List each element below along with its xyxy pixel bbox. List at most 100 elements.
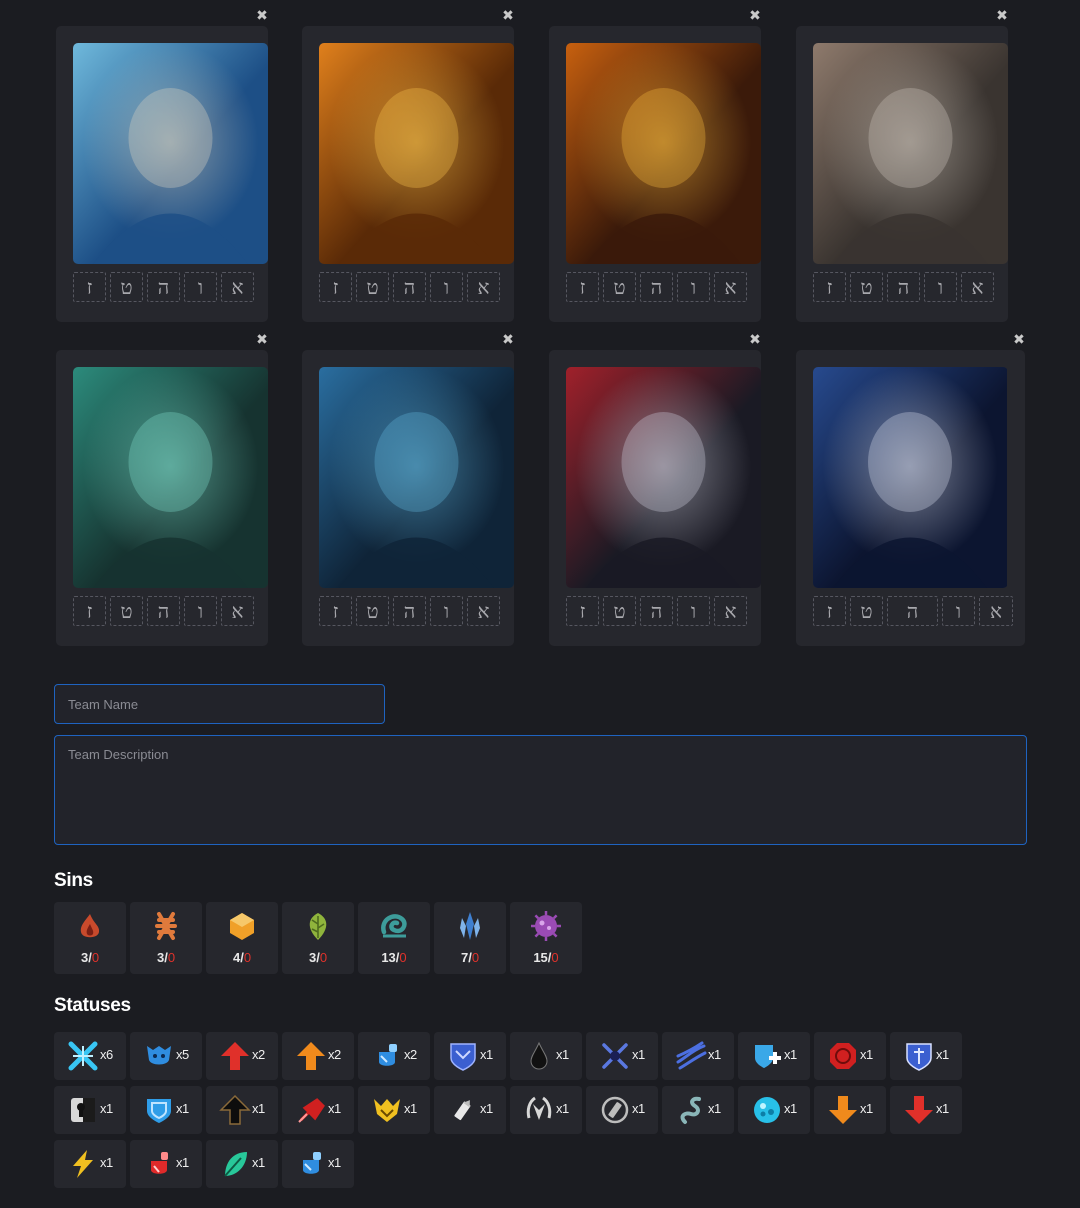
identity-card[interactable]: זטהוא	[549, 350, 761, 646]
identity-card[interactable]: זטהוא	[302, 26, 514, 322]
status-count: x2	[328, 1047, 341, 1062]
ego-slot[interactable]: ו	[924, 272, 957, 302]
smoke-icon	[675, 1094, 707, 1126]
identity-portrait[interactable]	[73, 367, 268, 588]
status-count: x1	[480, 1047, 493, 1062]
ego-slot[interactable]: ז	[566, 596, 599, 626]
status-count: x1	[100, 1155, 113, 1170]
remove-card-close-icon[interactable]: ✖	[501, 333, 515, 347]
identity-portrait[interactable]	[813, 367, 1008, 588]
ego-slot[interactable]: א	[714, 272, 747, 302]
ego-slot[interactable]: ט	[110, 596, 143, 626]
ego-slot[interactable]: ט	[603, 596, 636, 626]
rupture-icon	[67, 1040, 99, 1072]
identity-portrait[interactable]	[319, 367, 514, 588]
status-count: x1	[784, 1101, 797, 1116]
ego-slot[interactable]: ו	[430, 272, 463, 302]
ego-slot[interactable]: ט	[356, 272, 389, 302]
ego-slot[interactable]: ה	[393, 272, 426, 302]
ego-slot[interactable]: ו	[430, 596, 463, 626]
remove-card-close-icon[interactable]: ✖	[501, 9, 515, 23]
status-count: x6	[100, 1047, 113, 1062]
ego-slots: זטהוא	[566, 596, 747, 628]
pride-icon	[454, 910, 486, 944]
ego-slot[interactable]: ו	[677, 596, 710, 626]
status-count: x1	[100, 1101, 113, 1116]
remove-card-close-icon[interactable]: ✖	[255, 9, 269, 23]
ego-slot[interactable]: ט	[850, 596, 883, 626]
remove-card-close-icon[interactable]: ✖	[1012, 333, 1026, 347]
blue-potion-icon	[295, 1148, 327, 1180]
lust-icon	[150, 910, 182, 944]
ego-slot[interactable]: ז	[813, 596, 846, 626]
identity-portrait[interactable]	[566, 43, 761, 264]
sin-count: 13/0	[381, 950, 407, 965]
ego-slot[interactable]: ו	[677, 272, 710, 302]
sin-need-count: 0	[551, 950, 559, 965]
ego-slot[interactable]: א	[979, 596, 1013, 626]
ego-slot[interactable]: א	[961, 272, 994, 302]
sin-tile: 3/0	[130, 902, 202, 974]
ego-slot[interactable]: ז	[319, 596, 352, 626]
status-count: x1	[252, 1101, 265, 1116]
ego-slot[interactable]: ט	[603, 272, 636, 302]
ego-slot[interactable]: ה	[147, 596, 180, 626]
ego-slot[interactable]: ז	[566, 272, 599, 302]
identity-portrait[interactable]	[813, 43, 1008, 264]
status-count: x1	[252, 1155, 265, 1170]
ego-slot[interactable]: ה	[887, 272, 920, 302]
charge-icon	[143, 1040, 175, 1072]
ego-slot[interactable]: ו	[942, 596, 975, 626]
ego-slot[interactable]: ז	[73, 596, 106, 626]
ego-slot[interactable]: ה	[640, 596, 673, 626]
status-count: x1	[328, 1155, 341, 1170]
remove-card-close-icon[interactable]: ✖	[748, 9, 762, 23]
remove-card-close-icon[interactable]: ✖	[748, 333, 762, 347]
identity-card[interactable]: זטהוא	[302, 350, 514, 646]
sin-tile: 3/0	[54, 902, 126, 974]
status-count: x1	[708, 1047, 721, 1062]
identity-portrait[interactable]	[319, 43, 514, 264]
sin-need-count: 0	[319, 950, 328, 965]
remove-card-close-icon[interactable]: ✖	[995, 9, 1009, 23]
team-name-input[interactable]	[54, 684, 385, 724]
status-count: x1	[708, 1101, 721, 1116]
identity-card[interactable]: זטהוא	[56, 26, 268, 322]
status-count: x1	[556, 1101, 569, 1116]
sin-need-count: 0	[91, 950, 100, 965]
ego-slot[interactable]: א	[714, 596, 747, 626]
ego-slot[interactable]: ו	[184, 272, 217, 302]
gloom-icon	[378, 910, 410, 944]
ego-slot[interactable]: ו	[184, 596, 217, 626]
status-count: x1	[176, 1155, 189, 1170]
status-tile: x1	[738, 1032, 810, 1080]
ego-slot[interactable]: א	[221, 272, 254, 302]
identity-card[interactable]: זטהוא	[796, 26, 1008, 322]
ego-slot[interactable]: ז	[73, 272, 106, 302]
ego-slot[interactable]: ה	[640, 272, 673, 302]
identity-card[interactable]: זטהוא	[796, 350, 1025, 646]
ego-slot[interactable]: ז	[319, 272, 352, 302]
power-up-icon	[219, 1040, 251, 1072]
ego-slot[interactable]: ט	[850, 272, 883, 302]
sin-need-count: 0	[243, 950, 252, 965]
ego-slot[interactable]: ה	[147, 272, 180, 302]
ego-slot[interactable]: ה	[887, 596, 938, 626]
status-count: x2	[404, 1047, 417, 1062]
ego-slot[interactable]: א	[221, 596, 254, 626]
identity-portrait[interactable]	[73, 43, 268, 264]
ego-slot[interactable]: ז	[813, 272, 846, 302]
ego-slot[interactable]: א	[467, 272, 500, 302]
status-tile: x2	[358, 1032, 430, 1080]
sin-need-count: 0	[471, 950, 480, 965]
identity-card[interactable]: זטהוא	[56, 350, 268, 646]
identity-portrait[interactable]	[566, 367, 761, 588]
ego-slot[interactable]: ט	[110, 272, 143, 302]
ego-slot[interactable]: ט	[356, 596, 389, 626]
ego-slot[interactable]: ה	[393, 596, 426, 626]
remove-card-close-icon[interactable]: ✖	[255, 333, 269, 347]
ego-slot[interactable]: א	[467, 596, 500, 626]
team-description-input[interactable]	[54, 735, 1027, 845]
identity-card[interactable]: זטהוא	[549, 26, 761, 322]
sin-count: 3/0	[156, 950, 176, 965]
